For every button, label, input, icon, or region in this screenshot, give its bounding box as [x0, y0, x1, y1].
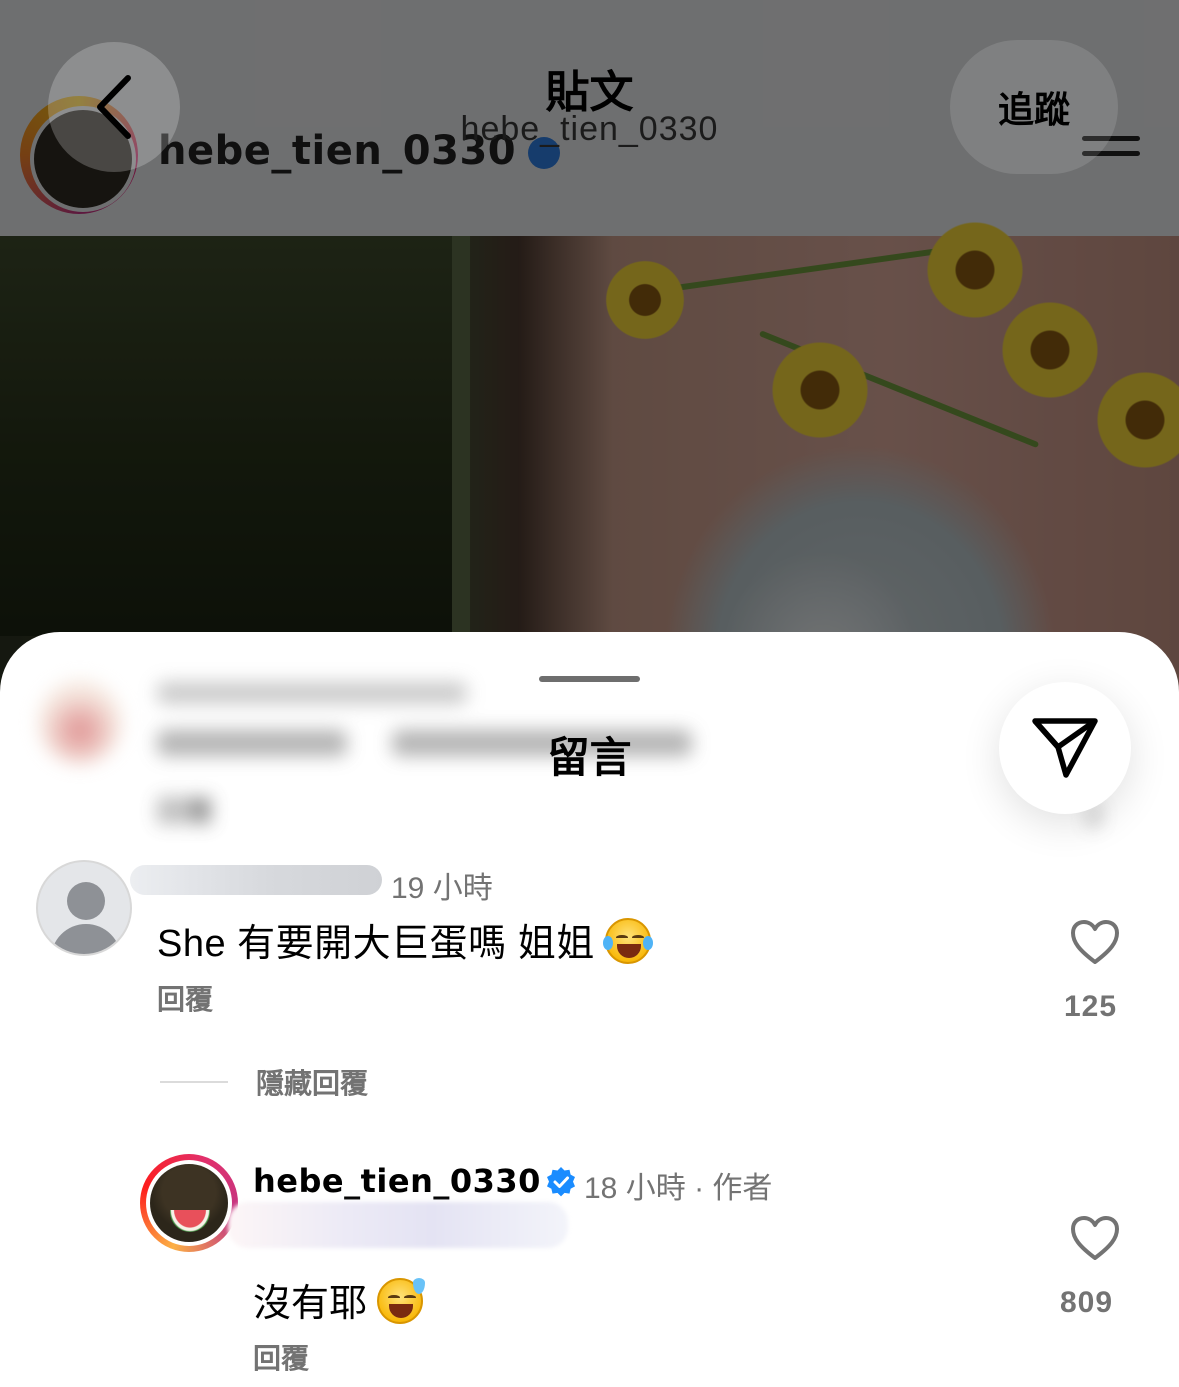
grinning-face-with-sweat-icon	[377, 1278, 426, 1324]
heart-outline-icon[interactable]	[1069, 1214, 1121, 1262]
like-count: 125	[1064, 990, 1118, 1023]
avatar[interactable]	[36, 860, 132, 956]
divider	[160, 1081, 228, 1083]
redacted-content	[228, 1202, 568, 1248]
comment-meta: 18 小時 · 作者	[584, 1163, 772, 1207]
comment-text-content: 沒有耶	[253, 1283, 368, 1325]
default-avatar-head	[67, 882, 105, 920]
comment-text: She 有要開大巨蛋嗎 姐姐	[157, 912, 653, 967]
share-button[interactable]	[999, 682, 1131, 814]
comments-sheet: 回覆 2 留言 19 小時 She 有要開大巨蛋嗎 姐姐 回覆 125 隱藏回覆…	[0, 632, 1179, 1387]
sheet-grabber[interactable]	[539, 676, 640, 682]
reply-button[interactable]: 回覆	[253, 1337, 309, 1377]
redacted-username	[130, 865, 382, 895]
author-label: 作者	[712, 1172, 773, 1205]
separator: ·	[694, 1172, 705, 1205]
like-count: 809	[1060, 1286, 1114, 1319]
verified-badge-icon	[547, 1167, 575, 1197]
send-icon	[1032, 718, 1098, 778]
blurred-username	[157, 682, 467, 704]
face-with-tears-of-joy-icon	[602, 918, 653, 964]
avatar[interactable]	[140, 1154, 238, 1252]
comment-text-content: She 有要開大巨蛋嗎 姐姐	[157, 923, 595, 965]
heart-outline-icon[interactable]	[1069, 918, 1121, 966]
hide-replies-button[interactable]: 隱藏回覆	[256, 1062, 368, 1102]
reply-button[interactable]: 回覆	[157, 978, 213, 1018]
avatar-image	[150, 1164, 228, 1242]
default-avatar-body	[51, 924, 121, 954]
comment-time: 19 小時	[391, 872, 493, 905]
comment-username[interactable]: hebe_tien_0330	[253, 1162, 541, 1200]
reply-button[interactable]: 回覆	[157, 790, 213, 830]
comment-text: 沒有耶	[253, 1272, 426, 1327]
follow-button[interactable]: 追蹤	[950, 40, 1118, 174]
comment-time: 18 小時	[584, 1172, 686, 1205]
